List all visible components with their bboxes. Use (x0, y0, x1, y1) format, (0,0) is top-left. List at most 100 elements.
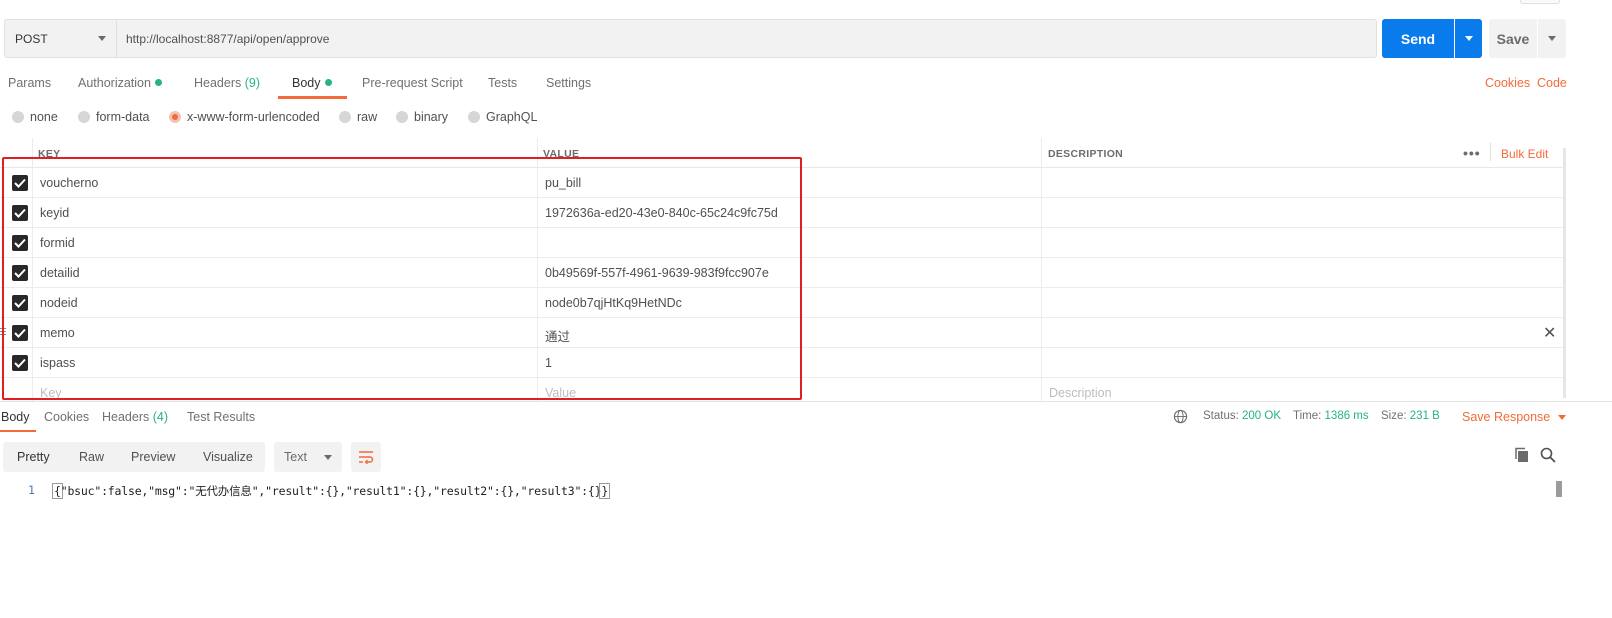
time-readout: Time: 1386 ms (1293, 410, 1369, 422)
table-row[interactable]: formid (0, 228, 1566, 258)
wrap-lines-icon (359, 451, 374, 464)
checkbox-checked-icon[interactable] (12, 235, 28, 251)
send-options-button[interactable] (1455, 19, 1482, 58)
bulk-edit-link[interactable]: Bulk Edit (1501, 147, 1548, 161)
save-button[interactable]: Save (1489, 19, 1537, 58)
chevron-down-icon (98, 36, 106, 41)
tab-authorization[interactable]: Authorization (78, 76, 162, 90)
table-scrollbar[interactable] (1563, 148, 1566, 398)
tab-headers[interactable]: Headers (9) (194, 76, 260, 90)
description-column-header: DESCRIPTION (1048, 148, 1124, 160)
send-button[interactable]: Send (1382, 19, 1454, 58)
response-body-code[interactable]: {"bsuc":false,"msg":"无代办信息","result":{},… (52, 483, 611, 499)
new-value-input[interactable]: Value (545, 386, 576, 400)
format-select[interactable]: Text (274, 442, 342, 472)
save-response-button[interactable]: Save Response (1462, 410, 1567, 424)
param-key[interactable]: formid (40, 236, 75, 250)
table-row[interactable]: ispass 1 (0, 348, 1566, 378)
view-pretty-button[interactable]: Pretty (17, 450, 50, 464)
code-link[interactable]: Code (1537, 76, 1567, 90)
new-param-row[interactable]: Key Value Description (0, 378, 1566, 402)
param-key[interactable]: nodeid (40, 296, 78, 310)
params-table: KEY VALUE DESCRIPTION ••• Bulk Edit vouc… (0, 138, 1566, 402)
radio-circle-icon (78, 111, 90, 123)
radio-form-data[interactable]: form-data (78, 110, 150, 124)
table-row[interactable]: detailid 0b49569f-557f-4961-9639-983f9fc… (0, 258, 1566, 288)
radio-x-www-form-urlencoded[interactable]: x-www-form-urlencoded (169, 110, 320, 124)
param-value[interactable]: pu_bill (545, 176, 581, 190)
checkbox-checked-icon[interactable] (12, 205, 28, 221)
active-tab-indicator (278, 96, 347, 99)
param-value[interactable]: 通过 (545, 326, 570, 345)
tab-tests[interactable]: Tests (488, 76, 517, 90)
globe-icon[interactable] (1173, 409, 1188, 424)
url-text: http://localhost:8877/api/open/approve (126, 31, 330, 46)
code-scrollbar[interactable] (1556, 481, 1562, 497)
response-tab-headers[interactable]: Headers (4) (102, 410, 168, 424)
new-key-input[interactable]: Key (40, 386, 62, 400)
url-input[interactable]: http://localhost:8877/api/open/approve (116, 19, 1377, 58)
save-options-button[interactable] (1538, 19, 1566, 58)
checkbox-checked-icon[interactable] (12, 265, 28, 281)
table-row[interactable]: nodeid node0b7qjHtKq9HetNDc (0, 288, 1566, 318)
checkbox-checked-icon[interactable] (12, 355, 28, 371)
wrap-lines-button[interactable] (351, 442, 381, 472)
radio-circle-icon (468, 111, 480, 123)
chevron-down-icon (1558, 414, 1567, 420)
radio-selected-icon (169, 111, 181, 123)
status-readout: Status: 200 OK (1203, 410, 1282, 422)
radio-circle-icon (12, 111, 24, 123)
response-tab-cookies[interactable]: Cookies (44, 410, 89, 424)
copy-icon[interactable] (1514, 447, 1530, 463)
drag-handle-icon[interactable] (0, 328, 6, 337)
param-key[interactable]: memo (40, 326, 75, 340)
view-raw-button[interactable]: Raw (79, 450, 104, 464)
method-label: POST (15, 31, 48, 46)
param-key[interactable]: ispass (40, 356, 75, 370)
table-row[interactable]: keyid 1972636a-ed20-43e0-840c-65c24c9fc7… (0, 198, 1566, 228)
radio-none[interactable]: none (12, 110, 58, 124)
tab-body[interactable]: Body (292, 76, 332, 90)
chevron-down-icon (324, 454, 332, 460)
search-icon[interactable] (1540, 447, 1556, 463)
chevron-down-icon (1548, 36, 1556, 41)
param-value[interactable]: 1972636a-ed20-43e0-840c-65c24c9fc75d (545, 206, 778, 220)
radio-circle-icon (339, 111, 351, 123)
table-row[interactable]: voucherno pu_bill (0, 168, 1566, 198)
param-key[interactable]: keyid (40, 206, 69, 220)
param-value[interactable]: 1 (545, 356, 552, 370)
method-select[interactable]: POST (4, 19, 116, 58)
close-icon[interactable]: ✕ (1543, 323, 1556, 343)
checkbox-checked-icon[interactable] (12, 175, 28, 191)
param-value[interactable]: 0b49569f-557f-4961-9639-983f9fcc907e (545, 266, 769, 280)
view-visualize-button[interactable]: Visualize (203, 450, 253, 464)
radio-binary[interactable]: binary (396, 110, 448, 124)
more-options-icon[interactable]: ••• (1463, 145, 1481, 161)
response-tab-test-results[interactable]: Test Results (187, 410, 255, 424)
request-bar: POST http://localhost:8877/api/open/appr… (4, 19, 1609, 58)
tab-settings[interactable]: Settings (546, 76, 591, 90)
status-value: 200 OK (1242, 410, 1282, 422)
chevron-down-icon (1464, 36, 1473, 41)
tab-pre-request-script[interactable]: Pre-request Script (362, 76, 463, 90)
radio-raw[interactable]: raw (339, 110, 377, 124)
matched-brace: } (599, 483, 611, 499)
radio-graphql[interactable]: GraphQL (468, 110, 537, 124)
body-type-selector: none form-data x-www-form-urlencoded raw… (0, 110, 700, 130)
value-column-header: VALUE (543, 148, 580, 160)
checkbox-checked-icon[interactable] (12, 325, 28, 341)
status-dot-icon (324, 79, 332, 86)
table-row[interactable]: memo 通过 ✕ (0, 318, 1566, 348)
param-key[interactable]: voucherno (40, 176, 98, 190)
active-response-tab-indicator (0, 430, 36, 432)
cookies-link[interactable]: Cookies (1485, 76, 1530, 90)
view-preview-button[interactable]: Preview (131, 450, 175, 464)
checkbox-checked-icon[interactable] (12, 295, 28, 311)
tab-params[interactable]: Params (8, 76, 51, 90)
new-description-input[interactable]: Description (1049, 386, 1112, 400)
response-divider[interactable] (0, 401, 1612, 402)
window-corner (1520, 0, 1560, 4)
response-tab-body[interactable]: Body (1, 410, 30, 424)
param-value[interactable]: node0b7qjHtKq9HetNDc (545, 296, 682, 310)
param-key[interactable]: detailid (40, 266, 80, 280)
